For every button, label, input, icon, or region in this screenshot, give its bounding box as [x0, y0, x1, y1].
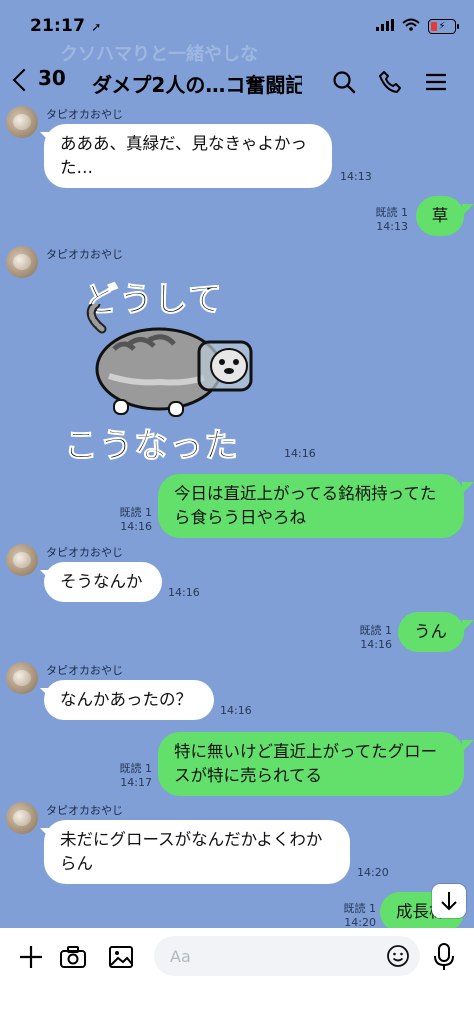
message-bubble[interactable]: あああ、真緑だ、見なきゃよかった…: [44, 124, 332, 188]
microphone-icon[interactable]: [430, 942, 458, 972]
message-bubble[interactable]: うん: [398, 612, 464, 652]
sticker-bottom-text: こうなった: [64, 426, 239, 467]
read-receipt: 既読 1 14:20: [343, 902, 377, 929]
message-time: 14:13: [340, 170, 372, 183]
avatar[interactable]: [6, 246, 38, 278]
location-arrow-icon: ➚: [91, 20, 102, 34]
message-list[interactable]: タピオカおやじ あああ、真緑だ、見なきゃよかった… 14:13 既読 1 14:…: [0, 104, 474, 932]
avatar[interactable]: [6, 802, 38, 834]
sender-name: タピオカおやじ: [46, 248, 123, 261]
sender-name: タピオカおやじ: [46, 804, 123, 817]
message-input[interactable]: Aa: [154, 936, 420, 976]
read-receipt: 既読 1 14:17: [119, 762, 153, 789]
back-button[interactable]: 30: [12, 66, 66, 92]
message-bubble[interactable]: 特に無いけど直近上がってたグロースが特に売られてる: [158, 732, 464, 796]
input-placeholder: Aa: [170, 946, 191, 966]
message-bubble[interactable]: なんかあったの？: [44, 680, 214, 720]
cellular-signal-icon: [376, 16, 394, 36]
image-icon[interactable]: [106, 942, 136, 972]
camera-icon[interactable]: [58, 942, 88, 972]
avatar[interactable]: [6, 544, 38, 576]
message-time: 14:20: [357, 866, 389, 879]
header-actions: [330, 68, 450, 96]
status-icons: ⚡: [376, 16, 459, 36]
avatar[interactable]: [6, 106, 38, 138]
read-receipt: 既読 1 14:16: [359, 624, 393, 651]
battery-icon: ⚡: [428, 18, 459, 34]
menu-icon[interactable]: [422, 68, 450, 96]
avatar[interactable]: [6, 662, 38, 694]
chat-header: 30 ダメプ2人の…コ奮闘記 (4): [0, 56, 474, 104]
sticker-image[interactable]: どうして こうなった: [64, 264, 274, 467]
cat-illustration: [86, 304, 253, 417]
chevron-left-icon: [12, 68, 36, 92]
scroll-to-bottom-button[interactable]: [432, 884, 466, 918]
message-time: 14:16: [168, 586, 200, 599]
wifi-icon: [402, 16, 420, 36]
message-bubble[interactable]: そうなんか: [44, 562, 162, 602]
arrow-down-icon: [441, 892, 457, 911]
phone-icon[interactable]: [376, 68, 404, 96]
chat-title[interactable]: ダメプ2人の…コ奮闘記 (4): [92, 69, 302, 98]
message-time: 14:16: [284, 447, 316, 460]
read-receipt: 既読 1 14:16: [119, 506, 153, 533]
sender-name: タピオカおやじ: [46, 664, 123, 677]
status-time: 21:17 ➚: [30, 16, 102, 36]
plus-icon[interactable]: [16, 942, 46, 972]
message-time: 14:16: [220, 704, 252, 717]
emoji-icon[interactable]: [386, 944, 410, 968]
search-icon[interactable]: [330, 68, 358, 96]
message-bubble[interactable]: 草: [416, 196, 464, 236]
unread-count: 30: [38, 66, 66, 90]
sender-name: タピオカおやじ: [46, 546, 123, 559]
read-receipt: 既読 1 14:13: [375, 206, 409, 233]
sender-name: タピオカおやじ: [46, 108, 123, 121]
message-bubble[interactable]: 今日は直近上がってる銘柄持ってたら食らう日やろね: [158, 474, 464, 538]
message-bubble[interactable]: 未だにグロースがなんだかよくわからん: [44, 820, 350, 884]
message-composer: Aa: [0, 928, 474, 1024]
